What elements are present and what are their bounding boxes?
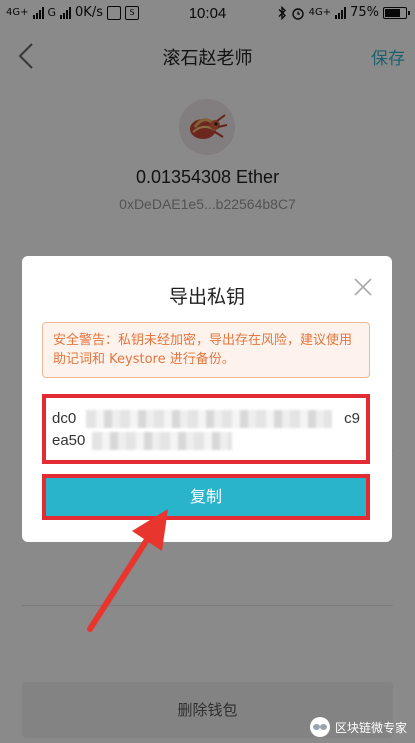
private-key-start: dc0 xyxy=(52,410,77,427)
security-warning: 安全警告：私钥未经加密，导出存在风险，建议使用助记词和 Keystore 进行备… xyxy=(42,322,370,378)
private-key-line-2: ea50 xyxy=(52,430,360,452)
export-key-dialog: 导出私钥 安全警告：私钥未经加密，导出存在风险，建议使用助记词和 Keystor… xyxy=(22,256,392,542)
private-key-line2-start: ea50 xyxy=(52,432,86,449)
watermark: 区块链微专家 xyxy=(309,717,407,737)
private-key-line-1: dc0 c9 xyxy=(52,408,360,430)
private-key-field[interactable]: dc0 c9 ea50 xyxy=(42,394,370,464)
watermark-text: 区块链微专家 xyxy=(334,720,407,735)
redaction-blur xyxy=(86,410,332,428)
redaction-blur-2 xyxy=(92,432,232,450)
dialog-title: 导出私钥 xyxy=(168,286,245,308)
annotation-arrow-icon xyxy=(87,509,168,632)
private-key-end: c9 xyxy=(344,410,360,427)
wechat-icon xyxy=(309,717,330,737)
close-icon[interactable] xyxy=(352,276,374,298)
